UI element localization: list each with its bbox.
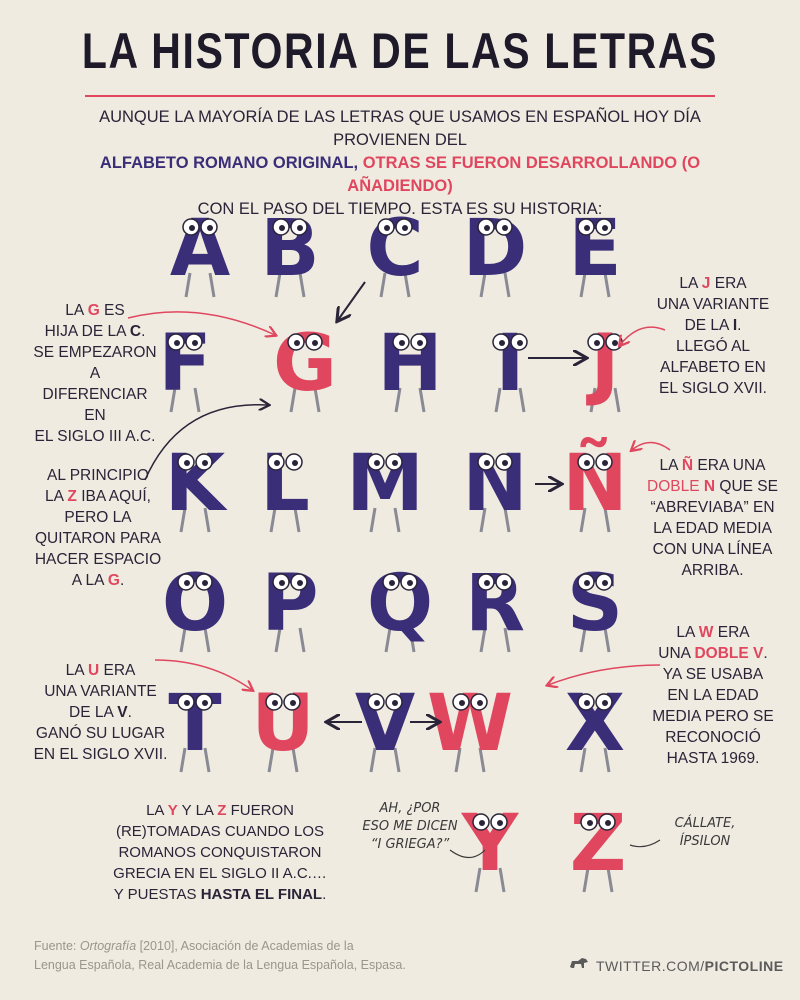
arrow-note-enye xyxy=(632,443,671,451)
svg-text:H: H xyxy=(377,319,442,409)
svg-text:A: A xyxy=(170,204,230,294)
note-enye: LA Ñ ERA UNA DOBLE N QUE SE “ABREVIABA” … xyxy=(647,457,778,579)
note-j: LA J ERA UNA VARIANTE DE LA I. LLEGÓ AL A… xyxy=(656,275,770,397)
speech-tail-z xyxy=(629,839,661,848)
letter-h: H xyxy=(377,319,443,413)
letter-i: I xyxy=(492,319,528,413)
svg-text:F: F xyxy=(158,319,211,409)
svg-text:I: I xyxy=(495,319,524,409)
svg-text:Ñ: Ñ xyxy=(562,437,627,529)
svg-text:B: B xyxy=(260,204,319,294)
svg-text:K: K xyxy=(165,439,228,529)
letter-v: V xyxy=(355,679,415,773)
letter-n: N xyxy=(462,439,528,533)
speech-z: CÁLLATE, ÍPSILON xyxy=(674,816,736,849)
letter-b: B xyxy=(260,204,320,298)
letter-t: T xyxy=(168,679,222,773)
svg-text:X: X xyxy=(565,679,625,769)
letter-s: S xyxy=(567,559,623,653)
note-z: AL PRINCIPIO LA Z IBA AQUÍ, PERO LA QUITA… xyxy=(34,467,162,589)
svg-text:M: M xyxy=(346,439,424,529)
letter-j: J xyxy=(585,319,623,413)
note-u: LA U ERA UNA VARIANTE DE LA V. GANÓ SU L… xyxy=(33,662,168,763)
letter-y: Y xyxy=(461,799,520,893)
svg-text:J: J xyxy=(585,319,619,409)
note-yz: LA Y Y LA Z FUERON (RE)TOMADAS CUANDO LO… xyxy=(113,802,327,903)
letter-f: F xyxy=(158,319,212,413)
speech-y: AH, ¿POR ESO ME DICEN “I GRIEGA?” xyxy=(362,801,458,852)
letter-e: E xyxy=(568,204,622,298)
letter-w: W xyxy=(427,679,513,773)
letter-o: O xyxy=(162,559,228,653)
letter-q: Q xyxy=(367,559,433,653)
svg-text:Z: Z xyxy=(570,799,627,889)
svg-text:L: L xyxy=(260,439,310,529)
letter-a: A xyxy=(170,204,230,298)
svg-text:O: O xyxy=(162,559,228,649)
letter-l: L xyxy=(260,439,310,533)
letter-p: P xyxy=(261,559,319,653)
letter-k: K xyxy=(165,439,228,533)
note-g: LA G ES HIJA DE LA C. SE EMPEZARON A DIFE… xyxy=(33,302,157,445)
dog-logo-icon xyxy=(568,955,590,971)
letter-g: G xyxy=(273,319,337,413)
svg-text:Y: Y xyxy=(461,799,520,889)
svg-text:G: G xyxy=(273,319,337,409)
letter-c: C xyxy=(366,204,424,298)
letter-d: D xyxy=(463,204,528,298)
svg-text:E: E xyxy=(568,204,621,294)
svg-text:S: S xyxy=(567,559,623,649)
brand-link[interactable]: TWITTER.COM/PICTOLINE xyxy=(596,958,784,974)
svg-text:W: W xyxy=(427,679,513,769)
svg-text:T: T xyxy=(168,679,221,769)
svg-text:Q: Q xyxy=(367,559,433,649)
svg-text:P: P xyxy=(261,559,318,649)
letter-x: X xyxy=(565,679,625,773)
footer-source: Fuente: Ortografía [2010], Asociación de… xyxy=(34,939,406,972)
svg-text:V: V xyxy=(355,679,415,769)
svg-text:D: D xyxy=(463,204,528,294)
letter-z: Z xyxy=(570,799,627,893)
arrow-c-to-g xyxy=(338,281,366,320)
svg-text:N: N xyxy=(462,439,527,529)
svg-text:C: C xyxy=(366,204,423,294)
svg-text:U: U xyxy=(251,679,314,769)
letter-m: M xyxy=(346,439,424,533)
letter-r: R xyxy=(465,559,525,653)
letter-enye: Ñ xyxy=(562,437,628,533)
note-w: LA W ERA UNA DOBLE V. YA SE USABA EN LA E… xyxy=(652,624,774,767)
letter-u: U xyxy=(251,679,315,773)
svg-text:R: R xyxy=(465,559,525,649)
